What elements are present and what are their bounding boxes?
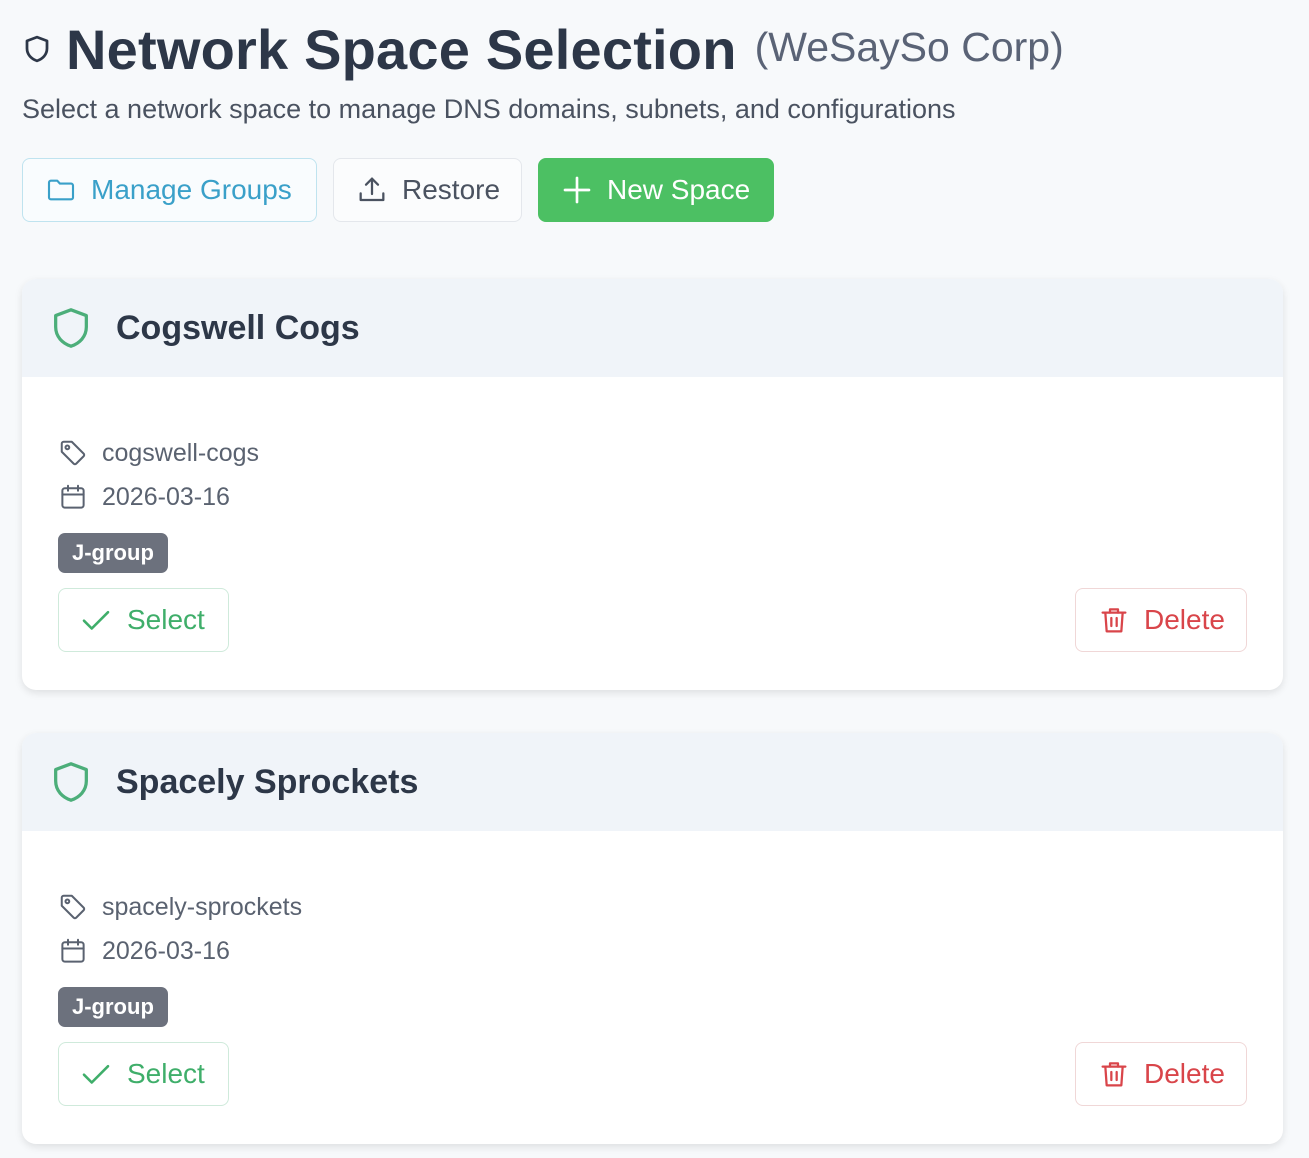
select-button[interactable]: Select	[58, 588, 229, 652]
space-card: Spacely Sprockets spacely-sprockets 2026…	[22, 733, 1283, 1144]
space-name: Cogswell Cogs	[116, 308, 360, 347]
folder-icon	[45, 174, 77, 206]
space-card-body: cogswell-cogs 2026-03-16 J-group Select …	[22, 377, 1283, 690]
space-card-header: Spacely Sprockets	[22, 733, 1283, 831]
page-subtitle: Select a network space to manage DNS dom…	[22, 94, 956, 124]
select-label: Select	[127, 604, 205, 635]
plus-icon	[561, 174, 593, 206]
shield-icon	[48, 759, 94, 805]
space-card-body: spacely-sprockets 2026-03-16 J-group Sel…	[22, 831, 1283, 1144]
select-label: Select	[127, 1058, 205, 1089]
tag-icon	[58, 438, 88, 468]
new-space-button[interactable]: New Space	[538, 158, 774, 222]
delete-label: Delete	[1144, 604, 1225, 635]
toolbar: Manage Groups Restore New Space	[22, 158, 774, 222]
space-name: Spacely Sprockets	[116, 762, 419, 801]
calendar-icon	[58, 936, 88, 966]
group-badge: J-group	[58, 987, 168, 1027]
check-icon	[79, 603, 113, 637]
group-badge: J-group	[58, 533, 168, 573]
space-slug-row: spacely-sprockets	[58, 892, 302, 922]
tag-icon	[58, 892, 88, 922]
upload-icon	[356, 174, 388, 206]
page: Network Space Selection (WeSaySo Corp) S…	[0, 0, 1309, 1158]
trash-icon	[1098, 1058, 1130, 1090]
trash-icon	[1098, 604, 1130, 636]
space-date: 2026-03-16	[102, 936, 230, 965]
space-slug-row: cogswell-cogs	[58, 438, 259, 468]
delete-label: Delete	[1144, 1058, 1225, 1089]
page-title: Network Space Selection	[66, 17, 737, 81]
organization-name: (WeSaySo Corp)	[754, 23, 1064, 70]
space-slug: spacely-sprockets	[102, 892, 303, 921]
space-date: 2026-03-16	[102, 482, 230, 511]
space-date-row: 2026-03-16	[58, 482, 230, 512]
select-button[interactable]: Select	[58, 1042, 229, 1106]
delete-button[interactable]: Delete	[1075, 588, 1247, 652]
title-row: Network Space Selection (WeSaySo Corp)	[22, 14, 1064, 84]
manage-groups-button[interactable]: Manage Groups	[22, 158, 317, 222]
manage-groups-label: Manage Groups	[91, 174, 292, 205]
check-icon	[79, 1057, 113, 1091]
shield-icon	[48, 305, 94, 351]
page-header: Network Space Selection (WeSaySo Corp) S…	[22, 14, 1064, 125]
calendar-icon	[58, 482, 88, 512]
space-date-row: 2026-03-16	[58, 936, 230, 966]
restore-label: Restore	[402, 174, 501, 205]
restore-button[interactable]: Restore	[333, 158, 522, 222]
space-card: Cogswell Cogs cogswell-cogs 2026-03-16 J…	[22, 279, 1283, 690]
delete-button[interactable]: Delete	[1075, 1042, 1247, 1106]
space-card-header: Cogswell Cogs	[22, 279, 1283, 377]
shield-icon	[22, 34, 52, 64]
space-slug: cogswell-cogs	[102, 438, 260, 467]
new-space-label: New Space	[607, 174, 751, 205]
